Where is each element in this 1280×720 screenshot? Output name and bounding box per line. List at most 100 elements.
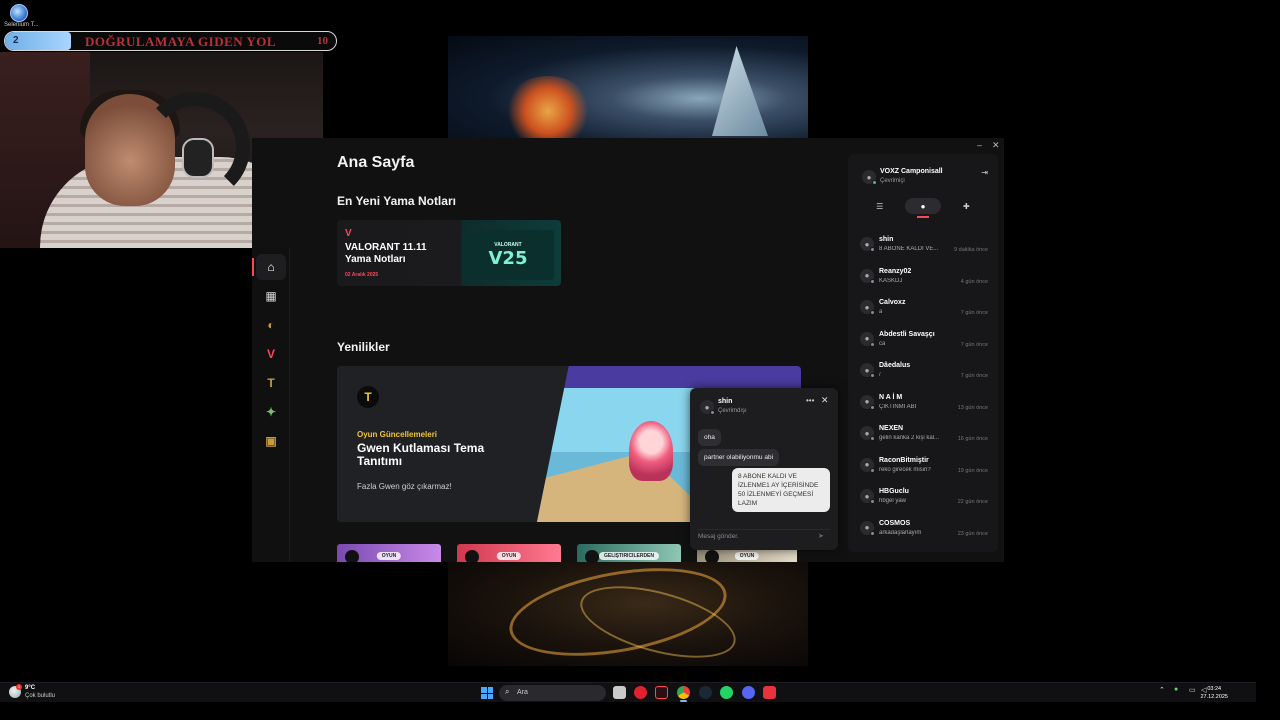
close-chat-icon[interactable]: ✕ bbox=[821, 395, 829, 406]
friend-row[interactable]: ● NEXEN gelin kanka 2 kişi kal... 16 gün ön… bbox=[860, 423, 988, 455]
avatar: ● bbox=[700, 400, 715, 415]
friend-row[interactable]: ● Reanzy02 KASKDJ 4 gün önce bbox=[860, 266, 988, 298]
chat-message-incoming: partner olabiliyonmu abi bbox=[698, 449, 780, 466]
avatar: ● bbox=[860, 457, 875, 473]
patch-notes-badge: VALORANT V25 bbox=[462, 230, 554, 280]
opera-icon[interactable] bbox=[634, 686, 647, 699]
offline-status-dot bbox=[710, 410, 715, 415]
desktop-shortcut-label: Selenium T... bbox=[4, 22, 39, 28]
sidebar-item-league[interactable]: ◐ bbox=[256, 312, 286, 338]
featured-news-subtitle: Fazla Gwen göz çıkarmaz! bbox=[357, 482, 452, 491]
news-thumb[interactable]: OYUN bbox=[337, 544, 441, 562]
status-dot bbox=[870, 247, 875, 252]
friend-row[interactable]: ● COSMOS arkadaşlarlayım 23 gün önce bbox=[860, 518, 988, 550]
friend-name: Dâedalus bbox=[879, 362, 911, 369]
steam-icon[interactable] bbox=[699, 686, 712, 699]
user-name: VOXZ Camponisall bbox=[880, 168, 943, 175]
patch-badge-value: V25 bbox=[488, 247, 528, 269]
friend-row[interactable]: ● N A İ M ÇIKTINMI ABİ 13 gün önce bbox=[860, 392, 988, 424]
friend-name: Calvoxz bbox=[879, 299, 906, 306]
patch-notes-card[interactable]: V VALORANT 11.11 Yama Notları 02 Aralık … bbox=[337, 220, 561, 286]
background-art-bottom bbox=[448, 562, 808, 666]
featured-news-category: Oyun Güncellemeleri bbox=[357, 430, 438, 439]
friend-row[interactable]: ● Abdestli Savaşçı ca 7 gün önce bbox=[860, 329, 988, 361]
friend-last-message: ÇIKTINMI ABİ bbox=[879, 403, 917, 410]
news-thumb-tag: OYUN bbox=[496, 552, 522, 560]
minimize-button[interactable]: – bbox=[977, 140, 982, 150]
friend-last-message: gelin kanka 2 kişi kal... bbox=[879, 435, 940, 441]
more-options-icon[interactable]: ••• bbox=[806, 396, 814, 405]
status-dot bbox=[870, 499, 875, 504]
avatar: ● bbox=[862, 170, 877, 185]
status-dot bbox=[870, 310, 875, 315]
friend-row[interactable]: ● Calvoxz a 7 gün önce bbox=[860, 297, 988, 329]
avatar: ● bbox=[860, 426, 875, 441]
weather-widget[interactable]: 1 9°C Çok bulutlu bbox=[9, 684, 69, 701]
friend-row[interactable]: ● RaconBitmiştir reko girecek misin? 19 gün… bbox=[860, 455, 988, 487]
chat-message-outgoing: 8 ABONE KALDI VE İZLENME1 AY İÇERİSİNDE … bbox=[732, 468, 830, 512]
desktop-shortcut[interactable]: Selenium T... bbox=[4, 2, 39, 32]
sidebar-item-runeterra[interactable]: ▣ bbox=[256, 428, 286, 454]
taskbar-search-placeholder: Ara bbox=[517, 689, 528, 696]
sidebar-item-wildrift[interactable]: ✦ bbox=[256, 399, 286, 425]
friend-last-message: KASKDJ bbox=[879, 277, 903, 284]
friend-last-seen: 19 gün önce bbox=[957, 467, 988, 474]
friend-row[interactable]: ● Dâedalus / 7 gün önce bbox=[860, 360, 988, 392]
discord-icon[interactable] bbox=[742, 686, 755, 699]
friend-last-message: a bbox=[879, 309, 883, 315]
friend-last-seen: 7 gün önce bbox=[960, 310, 988, 316]
chevron-up-icon[interactable]: ⌃ bbox=[1159, 686, 1165, 694]
news-thumb[interactable]: GELIŞTIRICILERDEN bbox=[577, 544, 681, 562]
sign-out-icon[interactable]: ⇥ bbox=[981, 168, 988, 177]
taskbar-search[interactable]: ⌕ Ara bbox=[499, 685, 606, 701]
user-profile[interactable]: ● VOXZ Camponisall Çevrimiçi ⇥ bbox=[862, 168, 988, 190]
whatsapp-icon[interactable] bbox=[720, 686, 733, 699]
chat-message-input[interactable]: Mesaj gönder. bbox=[698, 529, 830, 543]
friend-row[interactable]: ● HBGuclu hbgel yaw 22 gün önce bbox=[860, 486, 988, 518]
network-icon[interactable]: ▭ bbox=[1189, 686, 1196, 694]
friend-name: N A İ M bbox=[879, 393, 903, 401]
close-button[interactable]: ✕ bbox=[992, 140, 1000, 151]
chrome-icon[interactable] bbox=[677, 686, 690, 702]
avatar: ● bbox=[860, 268, 875, 284]
tab-add-friend[interactable]: ✚ bbox=[948, 198, 984, 214]
news-heading: Yenilikler bbox=[337, 340, 390, 354]
send-icon[interactable]: ➤ bbox=[818, 532, 824, 540]
sidebar-item-tft[interactable]: T bbox=[256, 370, 286, 396]
friend-last-message: / bbox=[879, 372, 881, 378]
tab-friends-list[interactable]: ☰ bbox=[862, 198, 898, 214]
sidebar-item-home[interactable]: ⌂ bbox=[252, 254, 286, 280]
friend-name: Abdestli Savaşçı bbox=[879, 330, 935, 338]
sidebar-item-valorant[interactable]: V bbox=[256, 341, 286, 367]
friend-row[interactable]: ● shin 8 ABONE KALDI VE... 9 dakika önce bbox=[860, 234, 988, 266]
valorant-logo-icon: V bbox=[345, 228, 352, 239]
friend-last-message: 8 ABONE KALDI VE... bbox=[879, 246, 939, 252]
patch-notes-heading: En Yeni Yama Notları bbox=[337, 194, 456, 208]
avatar: ● bbox=[860, 394, 875, 410]
friend-last-seen: 16 gün önce bbox=[957, 436, 988, 442]
chat-contact-status: Çevrimdışı bbox=[718, 408, 747, 414]
news-thumb-tag: GELIŞTIRICILERDEN bbox=[598, 552, 660, 560]
friends-panel: ● VOXZ Camponisall Çevrimiçi ⇥ ☰ ● ✚ ● sh… bbox=[848, 154, 998, 552]
valorant-app-icon[interactable] bbox=[655, 686, 668, 699]
file-explorer-icon[interactable] bbox=[613, 686, 626, 699]
microphone-icon[interactable]: ● bbox=[1174, 686, 1178, 693]
user-status: Çevrimiçi bbox=[880, 178, 905, 184]
taskbar: 1 9°C Çok bulutlu ⌕ Ara ⌃ ● ▭ ◁ 03:24 27… bbox=[0, 682, 1256, 702]
start-button[interactable] bbox=[481, 687, 493, 699]
friend-last-seen: 9 dakika önce bbox=[954, 247, 988, 253]
riot-client-icon[interactable] bbox=[763, 686, 776, 699]
status-dot bbox=[870, 341, 875, 347]
tft-logo-icon bbox=[585, 550, 599, 562]
league-icon: ◐ bbox=[267, 318, 275, 332]
friend-last-message: hbgel yaw bbox=[879, 498, 907, 504]
friend-last-seen: 22 gün önce bbox=[957, 499, 988, 505]
friend-name: NEXEN bbox=[879, 425, 904, 432]
news-thumb[interactable]: OYUN bbox=[457, 544, 561, 562]
friend-last-seen: 13 gün önce bbox=[957, 404, 988, 411]
system-clock[interactable]: 03:24 27.12.2025 bbox=[1200, 685, 1228, 701]
valorant-icon: V bbox=[266, 347, 275, 361]
weather-description: Çok bulutlu bbox=[25, 693, 56, 699]
sidebar-item-library[interactable]: ▦ bbox=[256, 283, 286, 309]
tab-messages[interactable]: ● bbox=[904, 198, 941, 218]
